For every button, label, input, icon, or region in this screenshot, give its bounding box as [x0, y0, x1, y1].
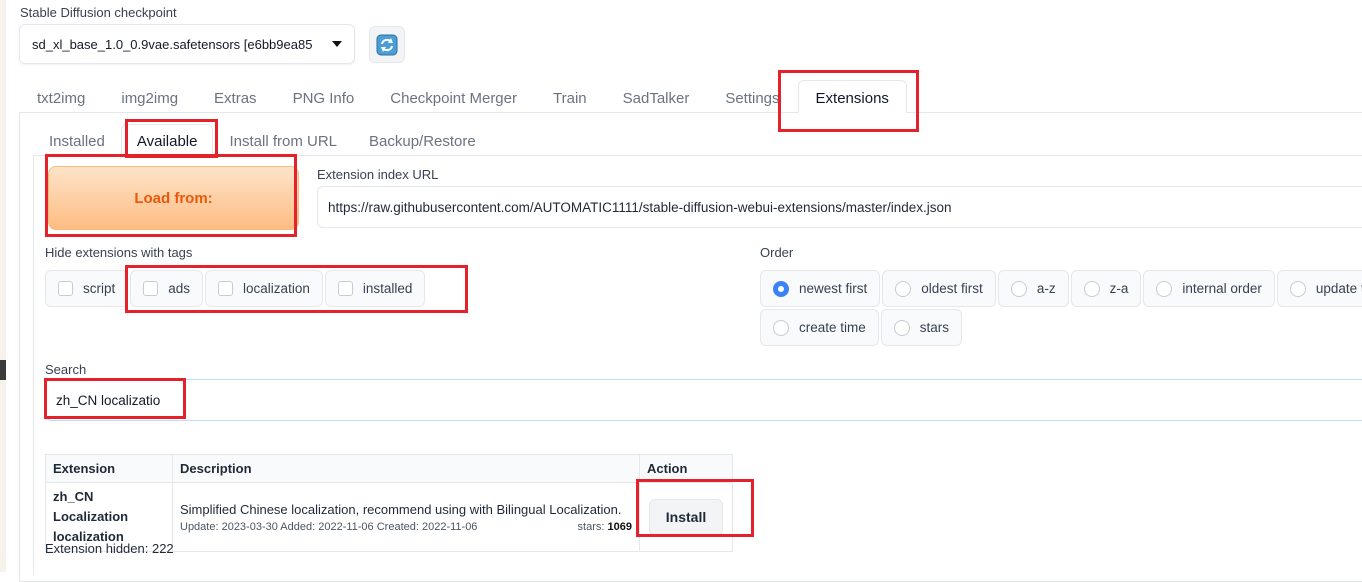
install-button[interactable]: Install — [649, 498, 723, 536]
tab-extensions[interactable]: Extensions — [797, 80, 907, 113]
hide-tags-group: script ads localization installed — [45, 270, 426, 307]
order-option-label: newest first — [799, 281, 868, 296]
order-radio-group: newest first oldest first a-z z-a intern… — [760, 270, 1362, 307]
order-option-label: update time — [1315, 281, 1362, 296]
order-option-label: z-a — [1109, 281, 1129, 296]
chevron-down-icon — [332, 41, 342, 47]
tab-train[interactable]: Train — [535, 80, 605, 113]
extension-sub-tabs: Installed Available Install from URL Bac… — [33, 124, 492, 156]
search-label: Search — [45, 362, 87, 377]
tag-ads-checkbox[interactable]: ads — [130, 270, 204, 307]
tag-label: ads — [168, 281, 191, 296]
order-z-a[interactable]: z-a — [1070, 270, 1142, 307]
order-radio-group-row2: create time stars — [760, 309, 963, 346]
radio-icon — [1156, 280, 1173, 297]
radio-icon — [1010, 280, 1027, 297]
checkpoint-value: sd_xl_base_1.0_0.9vae.safetensors [e6bb9… — [32, 36, 313, 52]
tab-txt2img[interactable]: txt2img — [19, 80, 103, 113]
tag-installed-checkbox[interactable]: installed — [324, 270, 426, 307]
tab-settings[interactable]: Settings — [707, 80, 797, 113]
tab-install-from-url[interactable]: Install from URL — [213, 124, 353, 156]
order-option-label: oldest first — [921, 281, 983, 296]
stars-count: 1069 — [607, 521, 632, 533]
extensions-table: Extension Description Action zh_CN Local… — [45, 454, 733, 552]
load-from-button[interactable]: Load from: — [48, 166, 299, 230]
tab-img2img[interactable]: img2img — [103, 80, 196, 113]
radio-checked-icon — [773, 280, 789, 297]
order-a-z[interactable]: a-z — [997, 270, 1069, 307]
radio-icon — [1083, 280, 1100, 297]
order-option-label: internal order — [1182, 281, 1262, 296]
search-input[interactable]: zh_CN localizatio — [45, 379, 1362, 421]
checkbox-icon — [218, 281, 234, 296]
order-option-label: stars — [919, 320, 950, 335]
order-label: Order — [760, 245, 794, 260]
window-edge-mark — [0, 360, 6, 380]
tab-installed[interactable]: Installed — [33, 124, 121, 156]
description-cell: Simplified Chinese localization, recomme… — [172, 482, 640, 552]
column-header-action: Action — [639, 454, 733, 483]
column-header-extension: Extension — [45, 454, 173, 483]
radio-icon — [1289, 280, 1306, 297]
tag-localization-checkbox[interactable]: localization — [205, 270, 323, 307]
radio-icon — [773, 319, 789, 336]
tag-label: installed — [362, 281, 413, 296]
index-url-input[interactable]: https://raw.githubusercontent.com/AUTOMA… — [317, 186, 1362, 228]
tab-extras[interactable]: Extras — [196, 80, 275, 113]
extension-hidden-count: Extension hidden: 222 — [45, 541, 174, 556]
stars-label: stars: — [577, 521, 605, 533]
checkpoint-label: Stable Diffusion checkpoint — [20, 5, 177, 20]
tab-backup-restore[interactable]: Backup/Restore — [353, 124, 492, 156]
window-edge — [0, 0, 6, 572]
extension-name-link[interactable]: zh_CN Localization — [53, 487, 165, 527]
checkbox-icon — [58, 281, 73, 296]
extension-description: Simplified Chinese localization, recomme… — [180, 502, 622, 517]
tab-png-info[interactable]: PNG Info — [275, 80, 373, 113]
order-option-label: create time — [799, 320, 866, 335]
order-option-label: a-z — [1036, 281, 1056, 296]
action-cell: Install — [639, 482, 733, 552]
tab-sadtalker[interactable]: SadTalker — [605, 80, 708, 113]
checkpoint-dropdown[interactable]: sd_xl_base_1.0_0.9vae.safetensors [e6bb9… — [19, 24, 355, 64]
column-header-description: Description — [172, 454, 640, 483]
checkbox-icon — [143, 281, 159, 296]
hide-tags-label: Hide extensions with tags — [45, 245, 193, 260]
tag-label: localization — [243, 281, 310, 296]
order-newest-first[interactable]: newest first — [760, 270, 881, 307]
extension-dates: Update: 2023-03-30 Added: 2022-11-06 Cre… — [180, 521, 478, 533]
order-internal-order[interactable]: internal order — [1143, 270, 1275, 307]
order-oldest-first[interactable]: oldest first — [882, 270, 996, 307]
radio-icon — [893, 319, 910, 336]
refresh-checkpoint-button[interactable] — [369, 26, 405, 63]
order-stars[interactable]: stars — [880, 309, 963, 346]
refresh-icon — [376, 34, 398, 55]
extension-stars: stars: 1069 — [578, 521, 632, 533]
tag-label: script — [83, 281, 116, 296]
checkbox-icon — [337, 281, 353, 296]
tab-available[interactable]: Available — [120, 124, 214, 156]
order-update-time[interactable]: update time — [1276, 270, 1362, 307]
extension-meta: Update: 2023-03-30 Added: 2022-11-06 Cre… — [180, 521, 632, 533]
order-create-time[interactable]: create time — [760, 309, 879, 346]
main-tabs: txt2img img2img Extras PNG Info Checkpoi… — [19, 80, 907, 113]
index-url-label: Extension index URL — [317, 167, 439, 182]
tab-checkpoint-merger[interactable]: Checkpoint Merger — [372, 80, 535, 113]
tag-script-checkbox[interactable]: script — [45, 270, 129, 307]
radio-icon — [895, 280, 912, 297]
